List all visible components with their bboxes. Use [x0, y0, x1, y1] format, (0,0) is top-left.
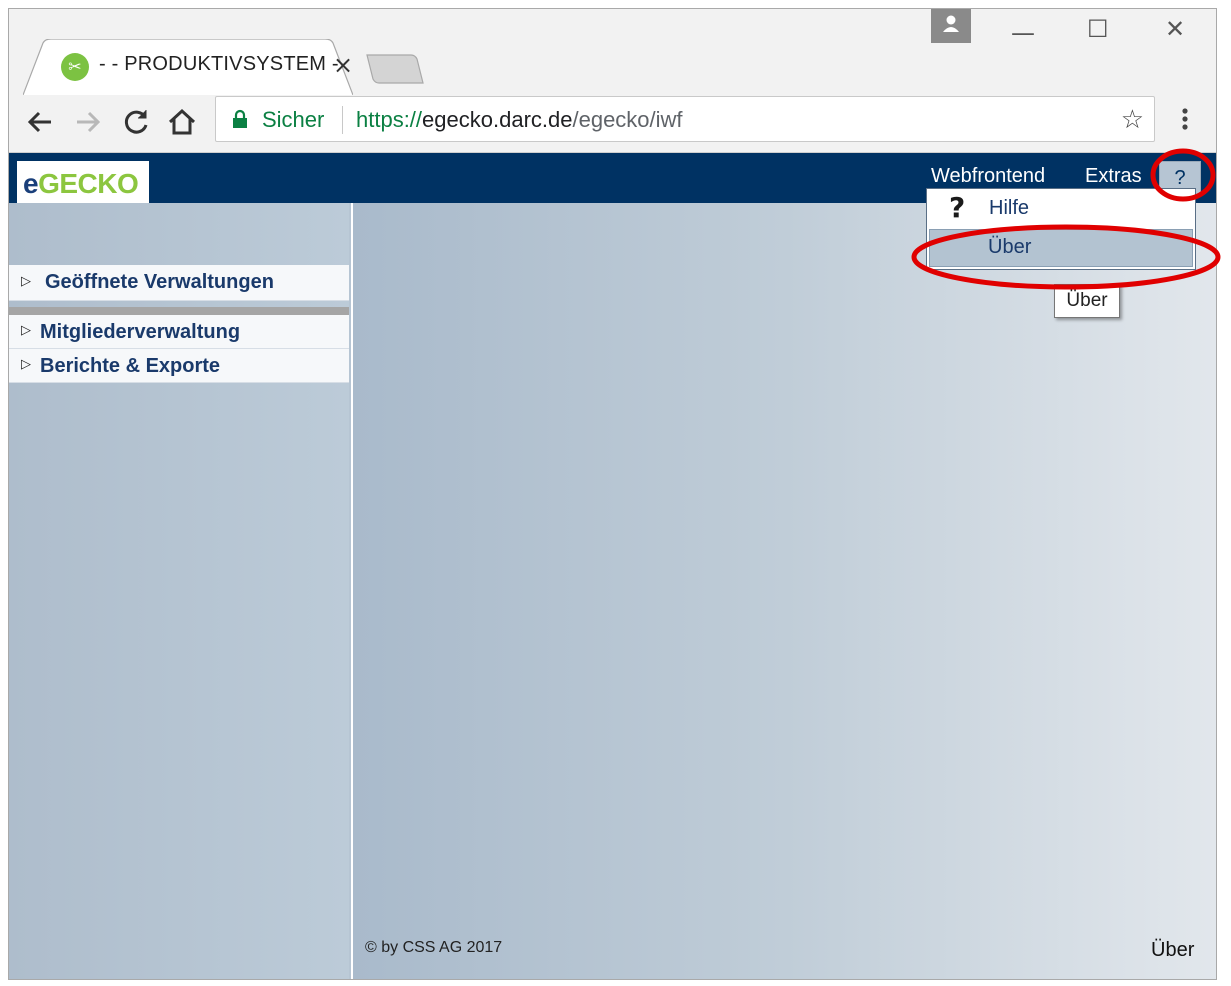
url-host: egecko.darc.de — [422, 107, 573, 132]
profile-icon — [943, 15, 959, 32]
new-tab-button[interactable] — [365, 53, 425, 85]
browser-window: ✂ - - PRODUKTIVSYSTEM - × — ☐ ✕ Sicher h… — [8, 8, 1217, 980]
lock-icon — [233, 109, 247, 128]
sidebar-item-mitgliederverwaltung[interactable]: ▷ Mitgliederverwaltung — [9, 315, 349, 349]
tab-close-icon[interactable]: × — [333, 51, 353, 79]
back-arrow-icon[interactable] — [23, 105, 57, 139]
triangle-right-icon: ▷ — [21, 357, 31, 372]
url-scheme: https:// — [356, 107, 423, 132]
sidebar-divider — [9, 307, 349, 315]
help-dropdown-menu: ? Hilfe Über — [926, 188, 1196, 270]
sidebar: ▷ Geöffnete Verwaltungen ▷ Mitgliederver… — [9, 203, 349, 979]
url-path: /egecko/iwf — [572, 107, 683, 132]
triangle-right-icon: ▷ — [21, 274, 31, 289]
dropdown-item-hilfe[interactable]: ? Hilfe — [927, 189, 1195, 227]
forward-arrow-icon[interactable] — [71, 105, 105, 139]
home-icon[interactable] — [165, 105, 199, 139]
menu-webfrontend[interactable]: Webfrontend — [931, 165, 1045, 188]
dropdown-item-label: Über — [988, 236, 1032, 258]
sidebar-item-berichte[interactable]: ▷ Berichte & Exporte — [9, 349, 349, 383]
minimize-icon[interactable]: — — [1011, 19, 1035, 47]
dropdown-item-ueber[interactable]: Über — [929, 229, 1193, 267]
footer-ueber-link[interactable]: Über — [1151, 939, 1194, 962]
browser-toolbar: Sicher https://egecko.darc.de/egecko/iwf… — [9, 95, 1216, 153]
secure-label: Sicher — [262, 107, 325, 132]
triangle-right-icon: ▷ — [21, 323, 31, 338]
profile-button[interactable] — [931, 9, 971, 43]
browser-titlebar: ✂ - - PRODUKTIVSYSTEM - × — ☐ ✕ — [9, 9, 1216, 95]
egecko-app: eGECKO Webfrontend Extras ? ▷ Geöffnete … — [9, 153, 1216, 979]
sidebar-item-label: Geöffnete Verwaltungen — [45, 271, 274, 293]
dropdown-item-label: Hilfe — [989, 197, 1030, 219]
url-text[interactable]: https://egecko.darc.de/egecko/iwf — [356, 107, 683, 133]
omnibox-separator — [342, 106, 343, 134]
sidebar-item-label: Mitgliederverwaltung — [40, 321, 241, 343]
main-content: © by CSS AG 2017 Über — [351, 203, 1216, 979]
question-icon: ? — [949, 191, 966, 224]
reload-icon[interactable] — [119, 105, 153, 139]
browser-tab[interactable]: ✂ - - PRODUKTIVSYSTEM - × — [23, 39, 353, 95]
favicon-icon: ✂ — [61, 53, 89, 81]
kebab-menu-icon[interactable] — [1175, 103, 1195, 135]
tooltip: Über — [1054, 284, 1120, 318]
star-icon[interactable]: ☆ — [1121, 105, 1144, 135]
egecko-logo: eGECKO — [17, 161, 149, 203]
tab-title: - - PRODUKTIVSYSTEM - — [99, 53, 339, 75]
sidebar-item-opened[interactable]: ▷ Geöffnete Verwaltungen — [9, 265, 349, 301]
address-bar[interactable]: Sicher https://egecko.darc.de/egecko/iwf… — [215, 96, 1155, 142]
window-close-icon[interactable]: ✕ — [1165, 15, 1185, 43]
copyright-text: © by CSS AG 2017 — [365, 939, 503, 956]
sidebar-item-label: Berichte & Exporte — [40, 355, 221, 377]
menu-extras[interactable]: Extras — [1085, 165, 1142, 188]
maximize-icon[interactable]: ☐ — [1087, 15, 1109, 43]
